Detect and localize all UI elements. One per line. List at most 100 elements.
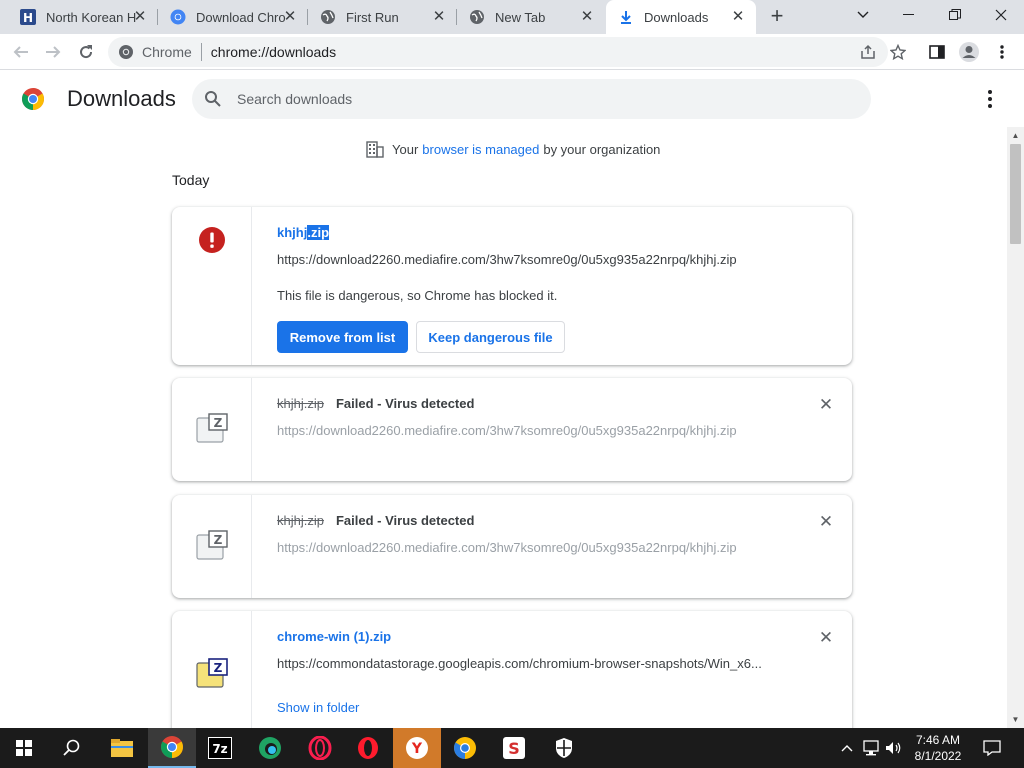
show-hidden-icons-chevron-icon[interactable] xyxy=(838,728,856,768)
yandex-icon[interactable]: Y xyxy=(393,728,441,768)
tab-downloads[interactable]: Downloads ✕ xyxy=(606,0,756,34)
file-url[interactable]: https://download2260.mediafire.com/3hw7k… xyxy=(277,540,737,555)
svg-text:H: H xyxy=(23,11,33,25)
tab-first-run[interactable]: First Run ✕ xyxy=(308,0,457,34)
scroll-up-arrow-icon[interactable]: ▲ xyxy=(1007,127,1024,144)
download-item: Z chrome-win (1).zip https://commondatas… xyxy=(172,611,852,741)
managed-prefix: Your xyxy=(392,141,419,157)
danger-error-icon xyxy=(199,227,225,253)
chrome-menu-icon[interactable] xyxy=(989,39,1015,65)
search-icon[interactable] xyxy=(48,728,96,768)
security-shield-icon[interactable] xyxy=(540,728,588,768)
show-in-folder-link[interactable]: Show in folder xyxy=(277,700,359,715)
remove-from-list-button[interactable]: Remove from list xyxy=(277,321,408,353)
tab-north-korean[interactable]: H North Korean H ✕ xyxy=(8,0,158,34)
close-icon[interactable]: ✕ xyxy=(431,9,447,25)
bookmark-star-icon[interactable] xyxy=(885,39,911,65)
svg-text:7z: 7z xyxy=(212,742,227,756)
restore-icon[interactable] xyxy=(932,0,978,30)
tab-title: North Korean H xyxy=(46,9,137,25)
page-title: Downloads xyxy=(67,86,176,111)
managed-link[interactable]: browser is managed xyxy=(422,142,539,157)
search-downloads-input[interactable]: Search downloads xyxy=(192,79,871,119)
reload-icon[interactable] xyxy=(73,39,99,65)
svg-text:Y: Y xyxy=(411,741,423,757)
omnibox-url: chrome://downloads xyxy=(210,44,337,60)
download-item: Z khjhj.zip Failed - Virus detected https… xyxy=(172,495,852,598)
file-icon-column: Z xyxy=(172,495,252,598)
download-status: Failed - Virus detected xyxy=(335,513,475,528)
chromium-icon[interactable] xyxy=(441,728,489,768)
opera-icon[interactable] xyxy=(344,728,392,768)
file-name[interactable]: khjhj.zip Failed - Virus detected xyxy=(277,396,474,411)
close-icon[interactable]: ✕ xyxy=(282,9,298,25)
chrome-icon[interactable] xyxy=(148,728,196,768)
file-name-text: khjhj.zip xyxy=(277,513,324,528)
tab-download-chrome[interactable]: Download Chro ✕ xyxy=(158,0,308,34)
file-url[interactable]: https://download2260.mediafire.com/3hw7k… xyxy=(277,423,737,438)
building-icon xyxy=(366,140,384,158)
close-icon[interactable]: ✕ xyxy=(579,9,595,25)
scroll-down-arrow-icon[interactable]: ▼ xyxy=(1007,711,1024,728)
svg-text:Z: Z xyxy=(214,661,223,675)
file-explorer-icon[interactable] xyxy=(98,728,146,768)
volume-icon[interactable] xyxy=(884,728,904,768)
snapfiles-icon[interactable]: S xyxy=(490,728,538,768)
address-bar[interactable]: Chrome chrome://downloads xyxy=(108,37,888,67)
svg-text:S: S xyxy=(508,739,520,758)
minimize-icon[interactable] xyxy=(886,0,932,30)
downloads-header: Downloads Search downloads xyxy=(0,71,1024,127)
chrome-icon xyxy=(170,9,186,25)
network-icon[interactable] xyxy=(861,728,881,768)
managed-notice: Your browser is managed by your organiza… xyxy=(366,140,660,158)
file-name-link[interactable]: khjhj.zip xyxy=(277,225,330,240)
close-icon[interactable]: ✕ xyxy=(132,9,148,25)
file-name-text: khjhj xyxy=(277,225,308,240)
windows-taskbar: 7z Y S 7:46 AM 8/1/2022 xyxy=(0,728,1024,768)
keep-dangerous-file-button[interactable]: Keep dangerous file xyxy=(416,321,565,353)
download-arrow-icon xyxy=(618,9,634,25)
tab-search-chevron-icon[interactable] xyxy=(840,0,886,30)
tab-new-tab[interactable]: New Tab ✕ xyxy=(457,0,605,34)
remove-item-close-icon[interactable]: ✕ xyxy=(818,629,834,646)
omnibox-site-label: Chrome xyxy=(142,44,192,60)
omnibox-separator xyxy=(200,43,202,61)
forward-icon[interactable] xyxy=(40,39,66,65)
page-scrollbar[interactable]: ▲ ▼ xyxy=(1007,127,1024,728)
notifications-icon[interactable] xyxy=(980,728,1004,768)
close-icon[interactable]: ✕ xyxy=(730,9,746,25)
globe-icon xyxy=(469,9,485,25)
globe-icon xyxy=(320,9,336,25)
file-url[interactable]: https://commondatastorage.googleapis.com… xyxy=(277,656,762,671)
side-panel-icon[interactable] xyxy=(924,39,950,65)
file-name-text: khjhj.zip xyxy=(277,396,324,411)
new-tab-button[interactable]: + xyxy=(765,5,789,29)
file-icon-column: Z xyxy=(172,611,252,741)
opera-gx-icon[interactable] xyxy=(296,728,344,768)
remove-item-close-icon[interactable]: ✕ xyxy=(818,513,834,530)
share-icon[interactable] xyxy=(860,44,876,60)
browser-toolbar: Chrome chrome://downloads xyxy=(0,34,1024,70)
search-icon xyxy=(204,90,222,108)
back-icon[interactable] xyxy=(8,39,34,65)
edge-icon[interactable] xyxy=(246,728,294,768)
file-icon-column xyxy=(172,207,252,365)
chrome-icon xyxy=(118,44,134,60)
system-clock[interactable]: 7:46 AM 8/1/2022 xyxy=(906,732,970,764)
file-url[interactable]: https://download2260.mediafire.com/3hw7k… xyxy=(277,252,737,267)
profile-avatar-icon[interactable] xyxy=(956,39,982,65)
tab-title: Download Chro xyxy=(196,9,286,25)
tab-title: Downloads xyxy=(644,9,709,25)
7zip-icon[interactable]: 7z xyxy=(196,728,244,768)
window-close-icon[interactable] xyxy=(978,0,1024,30)
more-actions-icon[interactable] xyxy=(978,87,1002,111)
zip-file-icon: Z xyxy=(196,658,228,688)
file-name[interactable]: khjhj.zip Failed - Virus detected xyxy=(277,513,474,528)
clock-date: 8/1/2022 xyxy=(914,749,962,763)
remove-item-close-icon[interactable]: ✕ xyxy=(818,396,834,413)
svg-text:Z: Z xyxy=(214,416,223,430)
file-name-link[interactable]: chrome-win (1).zip xyxy=(277,629,391,644)
start-icon[interactable] xyxy=(0,728,48,768)
date-section-heading: Today xyxy=(172,172,210,188)
scroll-thumb[interactable] xyxy=(1010,144,1021,244)
